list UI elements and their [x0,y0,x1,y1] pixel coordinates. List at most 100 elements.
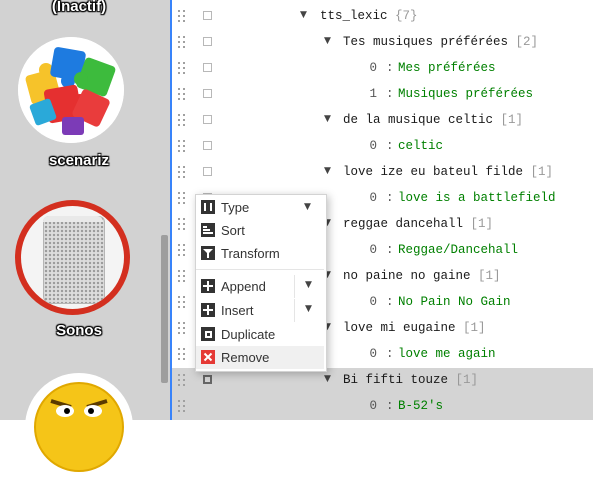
array-index: 0 [369,139,377,153]
sidebar-scrollbar[interactable] [161,235,168,383]
drag-handle-icon[interactable] [178,270,188,284]
context-menu-button[interactable] [203,115,212,124]
tree-row[interactable]: 0 : celtic [172,134,593,160]
separator: : [386,139,394,153]
context-menu-button[interactable] [203,63,212,72]
field-key: reggae dancehall [343,217,464,231]
puzzle-icon[interactable] [18,37,124,143]
field-value[interactable]: Musiques préférées [398,87,533,101]
tree-row[interactable]: 0 : Mes préférées [172,56,593,82]
sort-icon [201,223,215,237]
plus-icon [201,303,215,317]
tree-row[interactable]: ▼ tts_lexic {7} [172,4,593,30]
app-sidebar: (Inactif) scenariz Sonos [0,0,170,481]
field-value[interactable]: love is a battlefield [398,191,556,205]
field-value[interactable]: Reggae/Dancehall [398,243,518,257]
angry-emoji-icon[interactable] [25,373,133,481]
field-count: [1] [530,165,554,179]
context-menu-button[interactable] [203,11,212,20]
array-index: 1 [369,87,377,101]
separator: : [386,87,394,101]
field-key: no paine no gaine [343,269,471,283]
duplicate-icon [201,327,215,341]
field-count: [2] [515,35,539,49]
context-menu-button[interactable] [203,89,212,98]
context-menu-button[interactable] [203,141,212,150]
app-label-inactif: (Inactif) [51,0,107,15]
remove-icon [201,350,215,364]
tree-row[interactable]: ▼ de la musique celtic [1] [172,108,593,134]
drag-handle-icon[interactable] [178,244,188,258]
drag-handle-icon[interactable] [178,348,188,362]
drag-handle-icon[interactable] [178,374,188,388]
field-value[interactable]: B-52's [398,399,443,413]
drag-handle-icon[interactable] [178,296,188,310]
field-key: love mi eugaine [343,321,456,335]
menu-item-duplicate[interactable]: Duplicate [196,323,324,346]
app-label-sonos: Sonos [56,322,102,339]
array-index: 0 [369,399,377,413]
drag-handle-icon[interactable] [178,400,188,414]
field-count: {7} [395,9,418,23]
field-key: Tes musiques préférées [343,35,509,49]
drag-handle-icon[interactable] [178,192,188,206]
insert-submenu-button[interactable]: ▼ [294,299,323,322]
collapse-toggle-icon[interactable]: ▼ [324,36,331,46]
field-key: de la musique celtic [343,113,494,127]
collapse-toggle-icon[interactable]: ▼ [324,374,331,384]
drag-handle-icon[interactable] [178,36,188,50]
array-index: 0 [369,295,377,309]
context-menu: Type ▼ Sort Transform Append ▼ Insert ▼ … [195,194,327,372]
drag-handle-icon[interactable] [178,114,188,128]
plus-icon [201,279,215,293]
sonos-speaker-icon[interactable] [15,200,130,315]
array-index: 0 [369,191,377,205]
separator: : [386,61,394,75]
drag-handle-icon[interactable] [178,62,188,76]
filter-icon [201,246,215,260]
collapse-toggle-icon[interactable]: ▼ [324,114,331,124]
context-menu-button[interactable] [203,375,212,384]
array-index: 0 [369,347,377,361]
drag-handle-icon[interactable] [178,218,188,232]
field-key: love ize eu bateul filde [343,165,524,179]
collapse-toggle-icon[interactable]: ▼ [300,10,307,20]
append-submenu-button[interactable]: ▼ [294,275,323,298]
drag-handle-icon[interactable] [178,166,188,180]
tree-row[interactable]: ▼ Tes musiques préférées [2] [172,30,593,56]
field-value[interactable]: No Pain No Gain [398,295,511,309]
drag-handle-icon[interactable] [178,140,188,154]
field-value[interactable]: celtic [398,139,443,153]
tree-row[interactable]: ▼ love ize eu bateul filde [1] [172,160,593,186]
field-value[interactable]: love me again [398,347,496,361]
field-count: [1] [470,217,494,231]
menu-item-type[interactable]: Type ▼ [196,196,324,219]
collapse-toggle-icon[interactable]: ▼ [324,166,331,176]
tree-row-selected[interactable]: 0 : B-52's [172,394,593,420]
drag-handle-icon[interactable] [178,10,188,24]
drag-handle-icon[interactable] [178,322,188,336]
separator: : [386,399,394,413]
menu-item-sort[interactable]: Sort [196,219,324,242]
separator: : [386,347,394,361]
chevron-down-icon: ▼ [305,304,312,314]
menu-item-transform[interactable]: Transform [196,242,324,265]
array-index: 0 [369,61,377,75]
tree-row[interactable]: 1 : Musiques préférées [172,82,593,108]
field-key: tts_lexic [320,9,388,23]
field-value[interactable]: Mes préférées [398,61,496,75]
drag-handle-icon[interactable] [178,88,188,102]
context-menu-button[interactable] [203,37,212,46]
separator: : [386,295,394,309]
context-menu-button[interactable] [203,167,212,176]
field-key: Bi fifti touze [343,373,449,387]
field-count: [1] [455,373,479,387]
chevron-down-icon: ▼ [304,202,311,212]
field-count: [1] [478,269,501,283]
separator: : [386,191,394,205]
app-label-scenariz: scenariz [48,152,110,169]
menu-separator [196,269,324,270]
chevron-down-icon: ▼ [305,280,312,290]
menu-item-remove[interactable]: Remove [196,346,324,369]
field-count: [1] [463,321,486,335]
